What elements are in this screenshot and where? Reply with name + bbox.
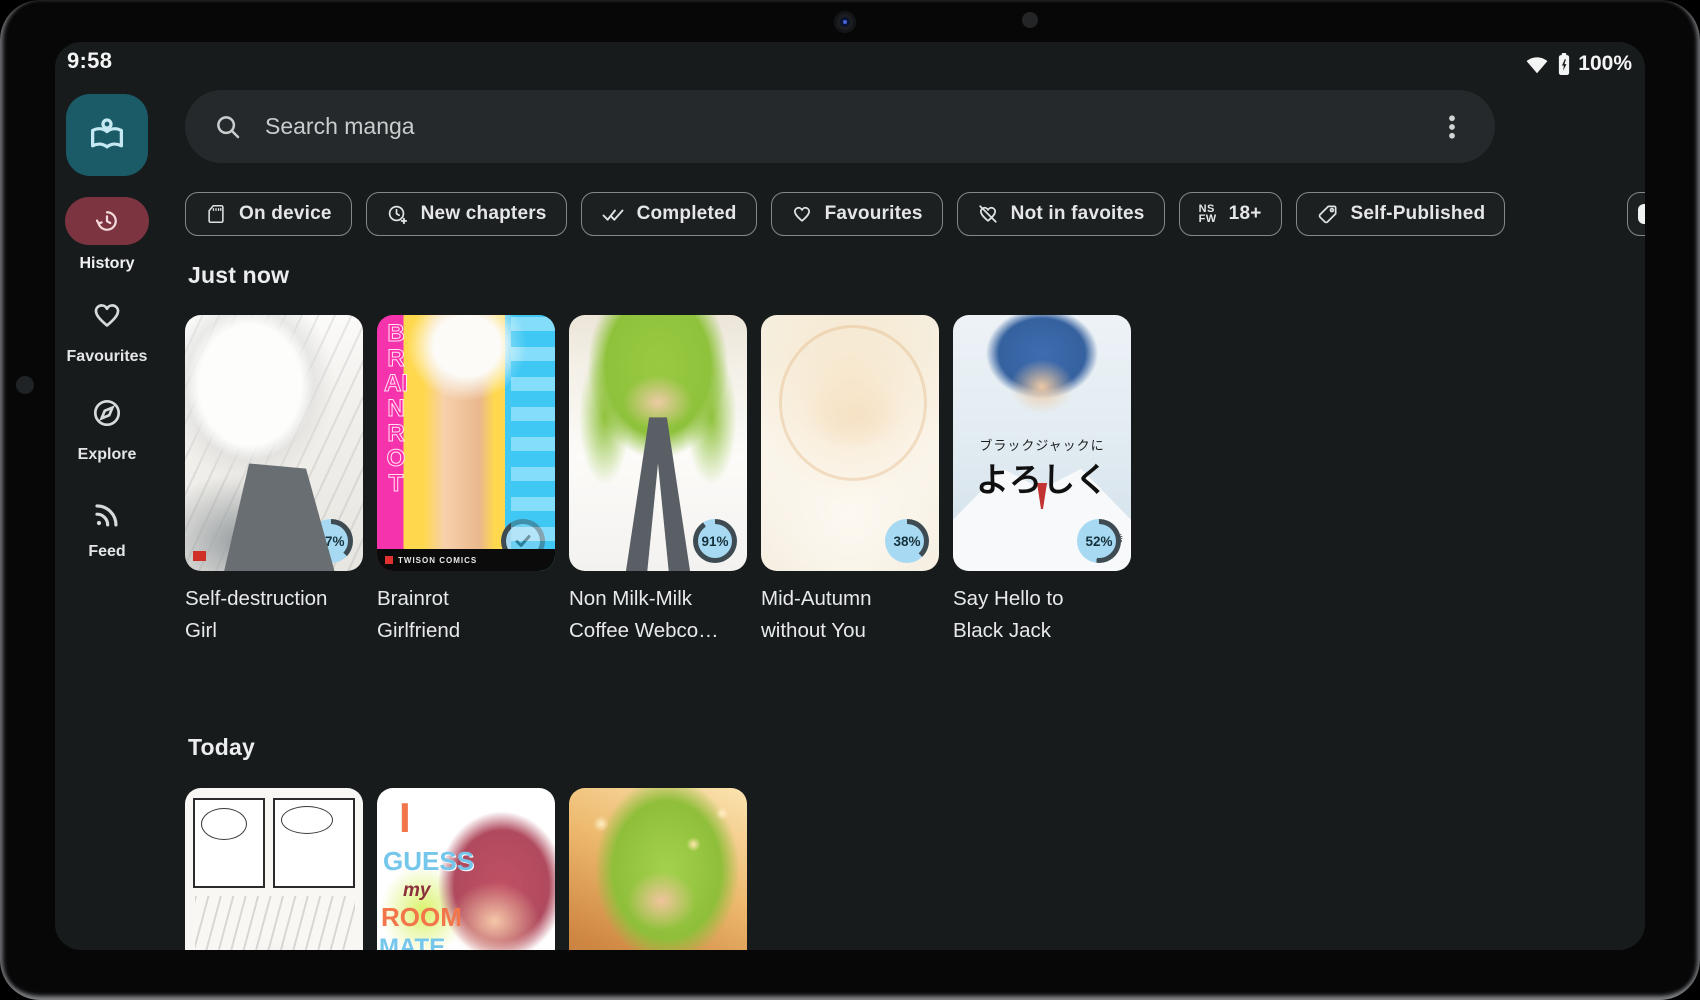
chip-label: Self-Published xyxy=(1351,203,1486,225)
cover-logo-mark xyxy=(193,551,206,561)
manga-cover: 91% xyxy=(569,315,747,571)
section-heading-today: Today xyxy=(188,734,255,761)
sidebar-label-history: History xyxy=(55,255,159,273)
front-camera xyxy=(834,11,856,33)
progress-value: 38% xyxy=(890,524,924,558)
manga-title: Non Milk-Milk Coffee Webco… xyxy=(569,583,747,647)
manga-title: Mid-Autumn without You xyxy=(761,583,939,647)
cover-title-word: my xyxy=(403,880,430,902)
progress-value: 37% xyxy=(314,524,348,558)
sidebar-label-feed: Feed xyxy=(55,543,159,561)
status-icons: 100% xyxy=(1524,51,1632,77)
cover-title-word: GUESS xyxy=(383,846,474,877)
chip-18plus[interactable]: NSFW 18+ xyxy=(1179,192,1282,236)
manga-cover: 37% xyxy=(185,315,363,571)
section-heading-just-now: Just now xyxy=(188,262,289,289)
manga-card[interactable] xyxy=(569,788,747,950)
chip-completed[interactable]: Completed xyxy=(581,192,757,236)
manga-card[interactable] xyxy=(185,788,363,950)
double-check-icon xyxy=(601,202,625,226)
recent-cards-row: 37% Self-destruction Girl BRAINROT TWISO… xyxy=(185,315,1131,647)
progress-badge: 91% xyxy=(693,519,737,563)
chip-label: New chapters xyxy=(421,203,547,225)
sidebar-item-history[interactable] xyxy=(65,197,149,245)
side-camera xyxy=(16,376,34,394)
chip-label: Completed xyxy=(637,203,737,225)
manga-cover: I GUESS my ROOM MATE xyxy=(377,788,555,950)
manga-title: Self-destruction Girl xyxy=(185,583,363,647)
chip-label: Not in favoites xyxy=(1011,203,1145,225)
chip-favourites[interactable]: Favourites xyxy=(771,192,943,236)
manga-card[interactable]: 38% Mid-Autumn without You xyxy=(761,315,939,647)
manga-reader-logo-icon xyxy=(84,112,130,158)
chip-self-published[interactable]: Self-Published xyxy=(1296,192,1506,236)
manga-title: Say Hello to Black Jack xyxy=(953,583,1131,647)
rss-icon[interactable] xyxy=(91,499,123,531)
manga-cover xyxy=(569,788,747,950)
progress-badge: 37% xyxy=(309,519,353,563)
progress-badge: 38% xyxy=(885,519,929,563)
battery-percent: 100% xyxy=(1578,52,1632,76)
heart-icon xyxy=(791,203,813,225)
tag-icon xyxy=(1316,203,1339,226)
chip-label: On device xyxy=(239,203,332,225)
app-screen: 9:58 100% xyxy=(55,42,1645,950)
chip-label: 18+ xyxy=(1229,203,1262,225)
manga-cover: ブラックジャックに よろしく 佐藤 秀 52% xyxy=(953,315,1131,571)
cover-title-word: ROOM xyxy=(381,902,462,933)
search-icon xyxy=(213,112,243,142)
kebab-menu-icon[interactable] xyxy=(1437,112,1467,142)
manga-card[interactable]: I GUESS my ROOM MATE xyxy=(377,788,555,950)
sidebar-label-favourites: Favourites xyxy=(55,348,159,366)
search-input[interactable]: Search manga xyxy=(265,113,1415,140)
cover-subtitle-jp: ブラックジャックに xyxy=(953,435,1131,454)
clock-plus-icon xyxy=(386,203,409,226)
navigation-rail: History Favourites Explore xyxy=(55,42,175,950)
manga-cover: BRAINROT TWISON COMICS xyxy=(377,315,555,571)
cover-title-word: I xyxy=(399,794,411,842)
tablet-frame: 9:58 100% xyxy=(0,0,1700,1000)
light-sensor xyxy=(1022,12,1038,28)
sd-card-icon xyxy=(205,203,227,225)
nsfw-icon: NSFW xyxy=(1199,204,1217,224)
chip-icon xyxy=(1638,204,1645,224)
chip-not-in-favourites[interactable]: Not in favoites xyxy=(957,192,1165,236)
filter-chip-row: On device New chapters Completed xyxy=(185,192,1645,238)
compass-icon[interactable] xyxy=(89,395,125,431)
cover-vertical-title: BRAINROT xyxy=(381,321,411,496)
chip-label: Favourites xyxy=(825,203,923,225)
today-cards-row: I GUESS my ROOM MATE xyxy=(185,788,747,950)
history-icon xyxy=(93,207,121,235)
battery-charging-icon xyxy=(1557,52,1571,76)
cover-title-jp: よろしく xyxy=(953,453,1131,501)
manga-card[interactable]: BRAINROT TWISON COMICS Brainrot G xyxy=(377,315,555,647)
wifi-icon xyxy=(1524,51,1550,77)
manga-title: Brainrot Girlfriend xyxy=(377,583,555,647)
app-logo-button[interactable] xyxy=(66,94,148,176)
progress-value: 52% xyxy=(1082,524,1116,558)
manga-card[interactable]: ブラックジャックに よろしく 佐藤 秀 52% Say Hello to Bla… xyxy=(953,315,1131,647)
cover-publisher-bar: TWISON COMICS xyxy=(377,549,555,571)
cover-title-word: MATE xyxy=(379,934,445,950)
search-bar[interactable]: Search manga xyxy=(185,90,1495,163)
heart-off-icon xyxy=(977,203,999,225)
manga-cover xyxy=(185,788,363,950)
sidebar-label-explore: Explore xyxy=(55,446,159,464)
progress-badge: 52% xyxy=(1077,519,1121,563)
heart-icon[interactable] xyxy=(90,298,124,332)
progress-value: 91% xyxy=(698,524,732,558)
manga-card[interactable]: 37% Self-destruction Girl xyxy=(185,315,363,647)
chip-on-device[interactable]: On device xyxy=(185,192,352,236)
manga-card[interactable]: 91% Non Milk-Milk Coffee Webco… xyxy=(569,315,747,647)
manga-cover: 38% xyxy=(761,315,939,571)
chip-partially-offscreen[interactable] xyxy=(1627,192,1645,236)
chip-new-chapters[interactable]: New chapters xyxy=(366,192,567,236)
